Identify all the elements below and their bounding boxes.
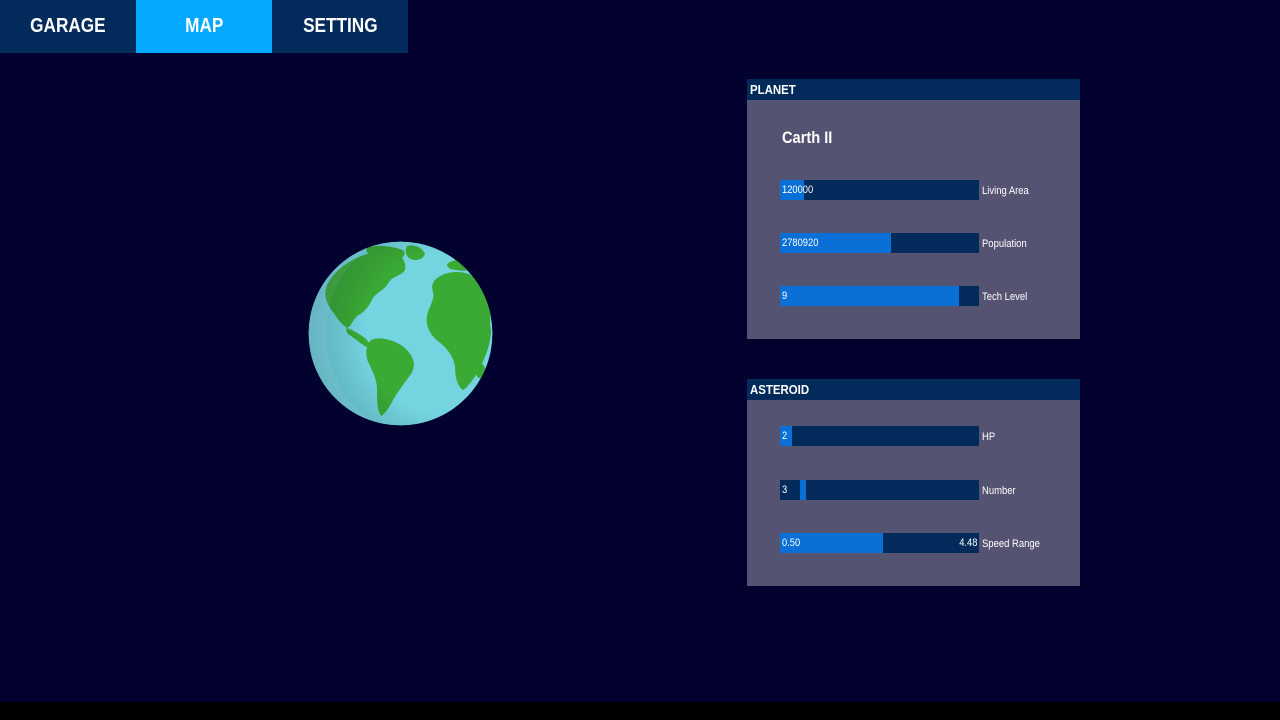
hp-label: HP — [982, 431, 996, 443]
planet-name: Carth II — [782, 128, 833, 147]
hp-value: 2 — [782, 430, 788, 442]
top-tab-bar: GARAGE MAP SETTING — [0, 0, 408, 53]
population-label: Population — [982, 238, 1027, 250]
planet-panel-header: PLANET — [747, 79, 1080, 100]
speed-range-label: Speed Range — [982, 538, 1040, 550]
number-bar[interactable]: 3 — [780, 480, 979, 500]
tech-level-value: 9 — [782, 290, 788, 302]
stat-number: 3 Number — [780, 480, 1070, 500]
tab-map[interactable]: MAP — [136, 0, 272, 53]
number-slider-handle[interactable] — [799, 480, 806, 500]
tab-setting[interactable]: SETTING — [272, 0, 408, 53]
speed-range-min-value: 0.50 — [782, 537, 801, 549]
population-value: 2780920 — [782, 237, 819, 249]
tab-garage-label: GARAGE — [30, 15, 106, 37]
stat-tech-level: 9 Tech Level — [780, 286, 1070, 306]
hp-bar[interactable]: 2 — [780, 426, 979, 446]
stat-living-area: 120000 Living Area — [780, 180, 1070, 200]
tab-garage[interactable]: GARAGE — [0, 0, 136, 53]
asteroid-panel-title: ASTEROID — [750, 382, 810, 397]
tab-setting-label: SETTING — [302, 15, 378, 37]
game-screen: GARAGE MAP SETTING PLANET Carth II 12000… — [0, 0, 1280, 702]
planet-panel-title: PLANET — [750, 82, 796, 97]
tab-map-label: MAP — [184, 15, 224, 37]
number-label: Number — [982, 485, 1016, 497]
planet-panel: PLANET Carth II 120000 Living Area 27809… — [747, 79, 1080, 339]
living-area-bar[interactable]: 120000 — [780, 180, 979, 200]
speed-range-bar[interactable]: 0.50 4.48 — [780, 533, 979, 553]
tech-level-fill — [780, 286, 960, 306]
stat-population: 2780920 Population — [780, 233, 1070, 253]
number-value: 3 — [782, 484, 788, 496]
speed-range-max-value: 4.48 — [958, 537, 977, 549]
earth-globe-icon[interactable] — [307, 240, 494, 427]
planet-panel-body: Carth II 120000 Living Area 2780920 Popu… — [747, 100, 1080, 339]
asteroid-panel-header: ASTEROID — [747, 379, 1080, 400]
asteroid-panel: ASTEROID 2 HP 3 Number 0.50 4.48 Speed R… — [747, 379, 1080, 586]
stat-speed-range: 0.50 4.48 Speed Range — [780, 533, 1070, 553]
asteroid-panel-body: 2 HP 3 Number 0.50 4.48 Speed Range — [747, 400, 1080, 586]
tech-level-bar[interactable]: 9 — [780, 286, 979, 306]
tech-level-label: Tech Level — [982, 291, 1028, 303]
living-area-value: 120000 — [782, 184, 814, 196]
stat-hp: 2 HP — [780, 426, 1070, 446]
living-area-label: Living Area — [982, 185, 1029, 197]
population-bar[interactable]: 2780920 — [780, 233, 979, 253]
